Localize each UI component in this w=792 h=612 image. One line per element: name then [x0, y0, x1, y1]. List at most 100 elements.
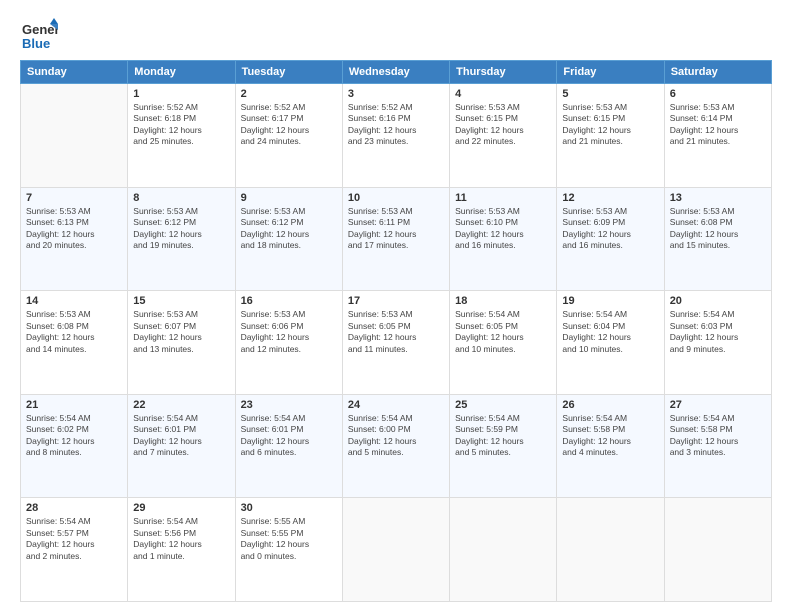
- calendar-cell: 5 Sunrise: 5:53 AM Sunset: 6:15 PM Daylig…: [557, 84, 664, 188]
- day-number: 16: [241, 295, 337, 307]
- day-number: 25: [455, 399, 551, 411]
- calendar-cell: 27 Sunrise: 5:54 AM Sunset: 5:58 PM Dayli…: [664, 394, 771, 498]
- day-number: 13: [670, 192, 766, 204]
- day-info: Sunrise: 5:54 AM Sunset: 5:58 PM Dayligh…: [562, 413, 658, 459]
- day-of-week-header: Wednesday: [342, 61, 449, 84]
- day-info: Sunrise: 5:54 AM Sunset: 5:57 PM Dayligh…: [26, 516, 122, 562]
- day-of-week-header: Sunday: [21, 61, 128, 84]
- calendar-cell: 15Sunrise: 5:53 AM Sunset: 6:07 PM Dayli…: [128, 291, 235, 395]
- day-number: 24: [348, 399, 444, 411]
- header: General Blue: [20, 16, 772, 54]
- day-number: 7: [26, 192, 122, 204]
- logo: General Blue: [20, 16, 58, 54]
- day-info: Sunrise: 5:52 AM Sunset: 6:18 PM Dayligh…: [133, 102, 229, 148]
- day-number: 21: [26, 399, 122, 411]
- day-of-week-header: Friday: [557, 61, 664, 84]
- day-number: 23: [241, 399, 337, 411]
- calendar-cell: 24 Sunrise: 5:54 AM Sunset: 6:00 PM Dayli…: [342, 394, 449, 498]
- day-info: Sunrise: 5:54 AM Sunset: 6:01 PM Dayligh…: [241, 413, 337, 459]
- calendar-cell: [664, 498, 771, 602]
- day-of-week-header: Tuesday: [235, 61, 342, 84]
- calendar-cell: [342, 498, 449, 602]
- calendar-cell: 13 Sunrise: 5:53 AM Sunset: 6:08 PM Dayli…: [664, 187, 771, 291]
- day-info: Sunrise: 5:53 AM Sunset: 6:15 PM Dayligh…: [562, 102, 658, 148]
- day-info: Sunrise: 5:54 AM Sunset: 5:58 PM Dayligh…: [670, 413, 766, 459]
- calendar-cell: 18 Sunrise: 5:54 AM Sunset: 6:05 PM Dayli…: [450, 291, 557, 395]
- calendar: SundayMondayTuesdayWednesdayThursdayFrid…: [20, 60, 772, 602]
- day-number: 26: [562, 399, 658, 411]
- day-info: Sunrise: 5:53 AM Sunset: 6:14 PM Dayligh…: [670, 102, 766, 148]
- day-number: 14: [26, 295, 122, 307]
- day-number: 22: [133, 399, 229, 411]
- day-of-week-header: Thursday: [450, 61, 557, 84]
- calendar-cell: 1 Sunrise: 5:52 AM Sunset: 6:18 PM Daylig…: [128, 84, 235, 188]
- day-info: Sunrise: 5:53 AM Sunset: 6:08 PM Dayligh…: [670, 206, 766, 252]
- day-number: 5: [562, 88, 658, 100]
- calendar-cell: 30 Sunrise: 5:55 AM Sunset: 5:55 PM Dayli…: [235, 498, 342, 602]
- page: General Blue SundayMondayTuesdayWednesda…: [0, 0, 792, 612]
- day-number: 18: [455, 295, 551, 307]
- calendar-cell: 29 Sunrise: 5:54 AM Sunset: 5:56 PM Dayli…: [128, 498, 235, 602]
- day-info: Sunrise: 5:55 AM Sunset: 5:55 PM Dayligh…: [241, 516, 337, 562]
- day-info: Sunrise: 5:53 AM Sunset: 6:08 PM Dayligh…: [26, 309, 122, 355]
- calendar-cell: [450, 498, 557, 602]
- day-info: Sunrise: 5:54 AM Sunset: 6:05 PM Dayligh…: [455, 309, 551, 355]
- day-info: Sunrise: 5:53 AM Sunset: 6:10 PM Dayligh…: [455, 206, 551, 252]
- svg-text:Blue: Blue: [22, 36, 50, 51]
- calendar-cell: 23 Sunrise: 5:54 AM Sunset: 6:01 PM Dayli…: [235, 394, 342, 498]
- calendar-cell: [21, 84, 128, 188]
- day-info: Sunrise: 5:54 AM Sunset: 6:01 PM Dayligh…: [133, 413, 229, 459]
- day-number: 28: [26, 502, 122, 514]
- calendar-cell: [557, 498, 664, 602]
- day-number: 20: [670, 295, 766, 307]
- day-number: 12: [562, 192, 658, 204]
- day-info: Sunrise: 5:53 AM Sunset: 6:13 PM Dayligh…: [26, 206, 122, 252]
- calendar-cell: 28 Sunrise: 5:54 AM Sunset: 5:57 PM Dayli…: [21, 498, 128, 602]
- day-number: 27: [670, 399, 766, 411]
- calendar-cell: 7 Sunrise: 5:53 AM Sunset: 6:13 PM Daylig…: [21, 187, 128, 291]
- calendar-cell: 11 Sunrise: 5:53 AM Sunset: 6:10 PM Dayli…: [450, 187, 557, 291]
- day-number: 10: [348, 192, 444, 204]
- calendar-cell: 3 Sunrise: 5:52 AM Sunset: 6:16 PM Daylig…: [342, 84, 449, 188]
- day-info: Sunrise: 5:54 AM Sunset: 5:59 PM Dayligh…: [455, 413, 551, 459]
- day-number: 29: [133, 502, 229, 514]
- day-number: 3: [348, 88, 444, 100]
- calendar-cell: 25 Sunrise: 5:54 AM Sunset: 5:59 PM Dayli…: [450, 394, 557, 498]
- calendar-cell: 9 Sunrise: 5:53 AM Sunset: 6:12 PM Daylig…: [235, 187, 342, 291]
- calendar-cell: 17 Sunrise: 5:53 AM Sunset: 6:05 PM Dayli…: [342, 291, 449, 395]
- day-info: Sunrise: 5:52 AM Sunset: 6:17 PM Dayligh…: [241, 102, 337, 148]
- day-info: Sunrise: 5:54 AM Sunset: 6:03 PM Dayligh…: [670, 309, 766, 355]
- day-info: Sunrise: 5:54 AM Sunset: 6:04 PM Dayligh…: [562, 309, 658, 355]
- calendar-cell: 26 Sunrise: 5:54 AM Sunset: 5:58 PM Dayli…: [557, 394, 664, 498]
- day-number: 17: [348, 295, 444, 307]
- day-info: Sunrise: 5:53 AM Sunset: 6:05 PM Dayligh…: [348, 309, 444, 355]
- calendar-cell: 2 Sunrise: 5:52 AM Sunset: 6:17 PM Daylig…: [235, 84, 342, 188]
- day-number: 9: [241, 192, 337, 204]
- day-number: 11: [455, 192, 551, 204]
- day-number: 6: [670, 88, 766, 100]
- calendar-cell: 14 Sunrise: 5:53 AM Sunset: 6:08 PM Dayli…: [21, 291, 128, 395]
- day-number: 30: [241, 502, 337, 514]
- day-number: 4: [455, 88, 551, 100]
- day-number: 8: [133, 192, 229, 204]
- day-info: Sunrise: 5:53 AM Sunset: 6:11 PM Dayligh…: [348, 206, 444, 252]
- calendar-cell: 8 Sunrise: 5:53 AM Sunset: 6:12 PM Daylig…: [128, 187, 235, 291]
- day-number: 1: [133, 88, 229, 100]
- logo-icon: General Blue: [20, 16, 58, 54]
- calendar-cell: 4 Sunrise: 5:53 AM Sunset: 6:15 PM Daylig…: [450, 84, 557, 188]
- day-info: Sunrise: 5:53 AM Sunset: 6:12 PM Dayligh…: [241, 206, 337, 252]
- day-info: Sunrise: 5:54 AM Sunset: 5:56 PM Dayligh…: [133, 516, 229, 562]
- calendar-cell: 20 Sunrise: 5:54 AM Sunset: 6:03 PM Dayli…: [664, 291, 771, 395]
- day-info: Sunrise: 5:53 AM Sunset: 6:07 PM Dayligh…: [133, 309, 229, 355]
- day-number: 19: [562, 295, 658, 307]
- day-info: Sunrise: 5:53 AM Sunset: 6:09 PM Dayligh…: [562, 206, 658, 252]
- day-of-week-header: Monday: [128, 61, 235, 84]
- day-info: Sunrise: 5:52 AM Sunset: 6:16 PM Dayligh…: [348, 102, 444, 148]
- day-info: Sunrise: 5:53 AM Sunset: 6:12 PM Dayligh…: [133, 206, 229, 252]
- calendar-cell: 16Sunrise: 5:53 AM Sunset: 6:06 PM Dayli…: [235, 291, 342, 395]
- day-number: 2: [241, 88, 337, 100]
- day-info: Sunrise: 5:54 AM Sunset: 6:02 PM Dayligh…: [26, 413, 122, 459]
- day-info: Sunrise: 5:53 AM Sunset: 6:15 PM Dayligh…: [455, 102, 551, 148]
- day-info: Sunrise: 5:54 AM Sunset: 6:00 PM Dayligh…: [348, 413, 444, 459]
- day-of-week-header: Saturday: [664, 61, 771, 84]
